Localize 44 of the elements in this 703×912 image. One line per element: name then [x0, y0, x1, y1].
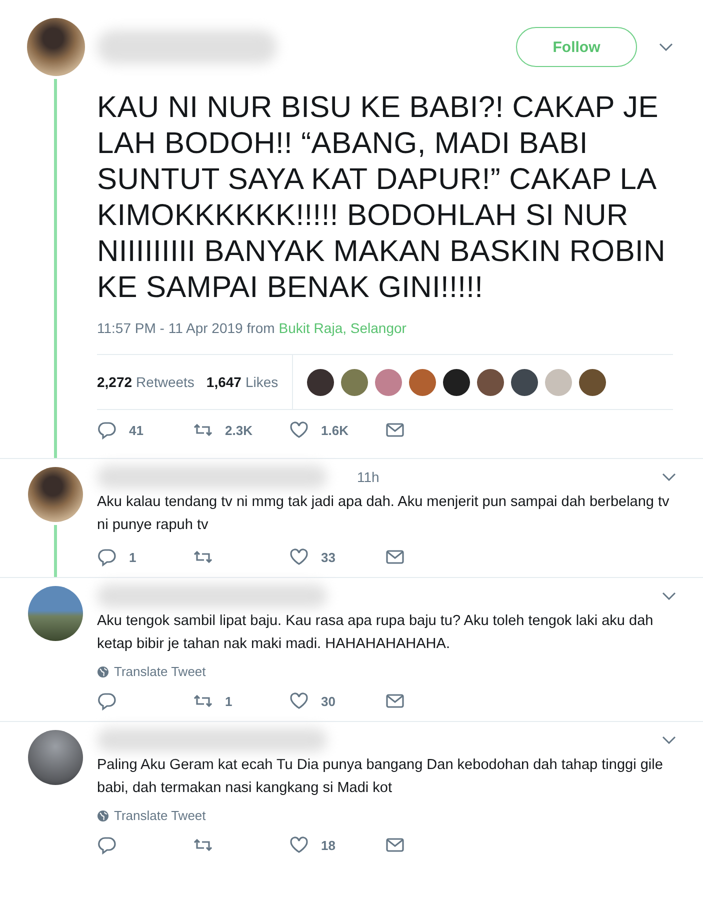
chevron-down-icon[interactable]	[659, 43, 673, 51]
like-count: 33	[321, 550, 336, 564]
retweets-label[interactable]: Retweets	[136, 374, 194, 390]
reply-count: 41	[129, 422, 144, 438]
chevron-down-icon[interactable]	[662, 592, 676, 600]
chevron-down-icon[interactable]	[662, 473, 676, 481]
reply-text: Aku tengok sambil lipat baju. Kau rasa apa rupa baju tu? Aku toleh tengok laki aku dah ketap bibir je tahan nak maki madi. HAHAHAHAHAHA.	[97, 612, 654, 654]
from-label: from	[246, 320, 275, 336]
globe-icon	[97, 666, 109, 678]
reply-text: Paling Aku Geram kat ecah Tu Dia punya bangang Dan kebodohan dah tahap tinggi gile babi, dah termakan nasi kangkang si Madi kot	[97, 756, 664, 798]
reply-icon[interactable]	[97, 835, 117, 855]
liker-avatar[interactable]	[477, 368, 504, 396]
like-count: 18	[321, 838, 336, 852]
like-total: 1,647	[206, 374, 242, 390]
tweet-text: KAU NI NUR BISU KE BABI?! CAKAP JE LAH BODOH!! “ABANG, MADI BABI SUNTUT SAYA KAT DAPUR!” CAKAP LA KIMOKKKKKK!!!!! BODOHLAH SI NUR NIIIIIIIII BANYAK MAKAN BASKIN ROBIN KE SAMPAI BENAK GINI!!!!!	[97, 90, 666, 306]
globe-icon	[97, 810, 109, 822]
reply-count: 1	[129, 550, 136, 564]
reply-text: Aku kalau tendang tv ni mmg tak jadi apa dah. Aku menjerit pun sampai dah berbelang tv ni punye rapuh tv	[97, 493, 670, 535]
reply-icon[interactable]	[97, 691, 117, 711]
like-count: 1.6K	[321, 422, 348, 438]
retweet-count: 2.3K	[225, 422, 252, 438]
liker-avatar[interactable]	[579, 368, 606, 396]
retweet-total: 2,272	[97, 374, 132, 390]
liker-avatar[interactable]	[443, 368, 470, 396]
envelope-icon[interactable]	[385, 691, 405, 711]
liker-avatar[interactable]	[511, 368, 538, 396]
reply-icon[interactable]	[97, 547, 117, 567]
translate-link[interactable]: Translate Tweet	[114, 808, 206, 823]
envelope-icon[interactable]	[385, 420, 405, 440]
heart-icon[interactable]	[289, 691, 309, 711]
reply-time: 11h	[357, 469, 380, 485]
likes-label[interactable]: Likes	[245, 374, 278, 390]
tweet-timestamp: 11:57 PM - 11 Apr 2019	[97, 320, 243, 336]
envelope-icon[interactable]	[385, 547, 405, 567]
envelope-icon[interactable]	[385, 835, 405, 855]
heart-icon[interactable]	[289, 547, 309, 567]
reply-icon[interactable]	[97, 420, 117, 440]
heart-icon[interactable]	[289, 835, 309, 855]
heart-icon[interactable]	[289, 420, 309, 440]
retweet-count: 1	[225, 694, 232, 708]
chevron-down-icon[interactable]	[662, 736, 676, 744]
translate-link[interactable]: Translate Tweet	[114, 664, 206, 679]
liker-avatar[interactable]	[307, 368, 334, 396]
like-count: 30	[321, 694, 336, 708]
